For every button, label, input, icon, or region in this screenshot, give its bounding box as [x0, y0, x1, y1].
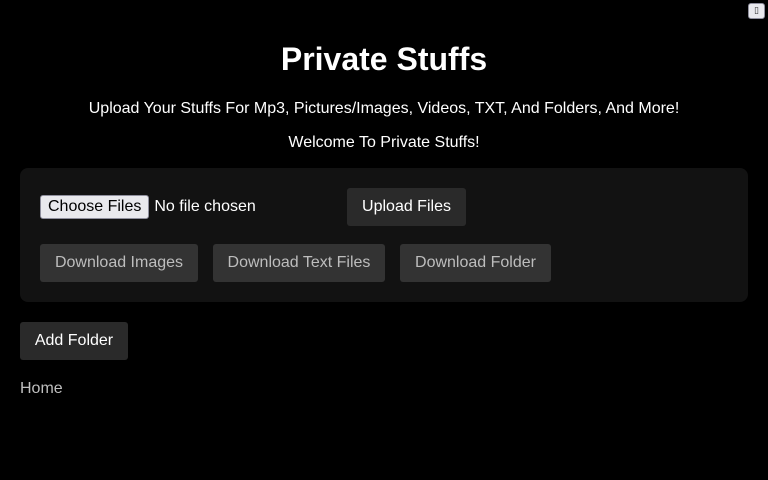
add-folder-button[interactable]: Add Folder	[20, 322, 128, 360]
upload-panel: Choose Files No file chosen Upload Files…	[20, 168, 748, 302]
download-folder-button[interactable]: Download Folder	[400, 244, 551, 282]
settings-icon: ▯	[754, 6, 759, 16]
file-status-text: No file chosen	[154, 198, 256, 215]
choose-files-button[interactable]: Choose Files	[40, 195, 150, 219]
file-input[interactable]: Choose Files No file chosen	[40, 195, 256, 219]
download-text-files-button[interactable]: Download Text Files	[213, 244, 385, 282]
download-images-button[interactable]: Download Images	[40, 244, 198, 282]
upload-files-button[interactable]: Upload Files	[347, 188, 466, 226]
corner-icon-button[interactable]: ▯	[748, 3, 765, 19]
welcome-message: Welcome To Private Stuffs!	[288, 134, 480, 151]
page-title: Private Stuffs	[280, 41, 488, 77]
breadcrumb-home[interactable]: Home	[20, 379, 63, 398]
page-subtitle: Upload Your Stuffs For Mp3, Pictures/Ima…	[88, 100, 680, 117]
